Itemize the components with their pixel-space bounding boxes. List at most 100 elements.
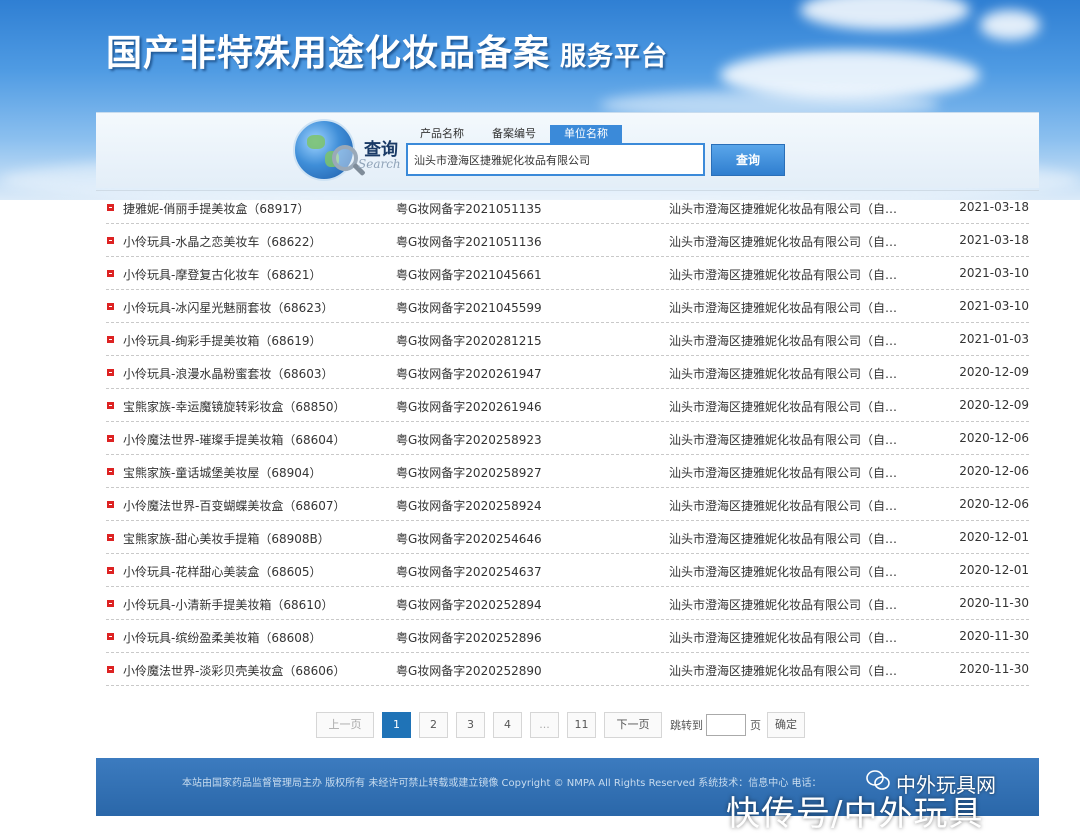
record-date: 2021-03-10: [959, 299, 1029, 313]
company-name: 汕头市澄海区捷雅妮化妆品有限公司（自…: [669, 565, 898, 579]
record-date: 2020-12-01: [959, 563, 1029, 577]
bullet-icon: [107, 534, 114, 541]
bullet-icon: [107, 666, 114, 673]
page-ellipsis: ...: [530, 712, 559, 738]
company-name: 汕头市澄海区捷雅妮化妆品有限公司（自…: [669, 301, 898, 315]
tab-record-number[interactable]: 备案编号: [478, 125, 550, 143]
next-page-button[interactable]: 下一页: [604, 712, 662, 738]
company-name: 汕头市澄海区捷雅妮化妆品有限公司（自…: [669, 598, 898, 612]
company-name: 汕头市澄海区捷雅妮化妆品有限公司（自…: [669, 433, 898, 447]
bullet-icon: [107, 204, 114, 211]
page-button-1[interactable]: 1: [382, 712, 411, 738]
product-name-link[interactable]: 小伶玩具-小清新手提美妆箱（68610）: [123, 596, 334, 613]
product-name-link[interactable]: 小伶玩具-水晶之恋美妆车（68622）: [123, 233, 322, 250]
record-date: 2020-12-09: [959, 398, 1029, 412]
record-number: 粤G妆网备字2020254646: [396, 532, 542, 546]
record-number: 粤G妆网备字2020258924: [396, 499, 542, 513]
record-date: 2020-12-06: [959, 464, 1029, 478]
site-title: 国产非特殊用途化妆品备案 服务平台: [106, 24, 668, 76]
record-date: 2021-03-10: [959, 266, 1029, 280]
bullet-icon: [107, 402, 114, 409]
record-number: 粤G妆网备字2021045599: [396, 301, 542, 315]
table-row: 小伶玩具-绚彩手提美妆箱（68619） 粤G妆网备字2020281215 汕头市澄海…: [106, 323, 1029, 356]
table-row: 捷雅妮-俏丽手提美妆盒（68917） 粤G妆网备字2021051135 汕头市澄海区…: [106, 191, 1029, 224]
bullet-icon: [107, 303, 114, 310]
bullet-icon: [107, 468, 114, 475]
record-number: 粤G妆网备字2020252896: [396, 631, 542, 645]
tab-company-name[interactable]: 单位名称: [550, 125, 622, 143]
company-name: 汕头市澄海区捷雅妮化妆品有限公司（自…: [669, 400, 898, 414]
table-row: 小伶魔法世界-璀璨手提美妆箱（68604） 粤G妆网备字2020258923 汕头市…: [106, 422, 1029, 455]
tab-product-name[interactable]: 产品名称: [406, 125, 478, 143]
table-row: 小伶玩具-摩登复古化妆车（68621） 粤G妆网备字2021045661 汕头市澄海…: [106, 257, 1029, 290]
company-name: 汕头市澄海区捷雅妮化妆品有限公司（自…: [669, 466, 898, 480]
record-date: 2021-03-18: [959, 200, 1029, 214]
record-date: 2020-11-30: [959, 662, 1029, 676]
company-name: 汕头市澄海区捷雅妮化妆品有限公司（自…: [669, 202, 898, 216]
product-name-link[interactable]: 小伶玩具-绚彩手提美妆箱（68619）: [123, 332, 322, 349]
table-row: 小伶玩具-花样甜心美装盒（68605） 粤G妆网备字2020254637 汕头市澄海…: [106, 554, 1029, 587]
watermark-big: 快传号/中外玩具: [726, 794, 984, 833]
page-button-2[interactable]: 2: [419, 712, 448, 738]
record-number: 粤G妆网备字2020252890: [396, 664, 542, 678]
company-name: 汕头市澄海区捷雅妮化妆品有限公司（自…: [669, 235, 898, 249]
page-button-11[interactable]: 11: [567, 712, 596, 738]
product-name-link[interactable]: 宝熊家族-甜心美妆手提箱（68908B）: [123, 530, 330, 547]
jump-label: 跳转到: [670, 719, 703, 732]
record-number: 粤G妆网备字2020281215: [396, 334, 542, 348]
search-panel: 查询 Search 产品名称 备案编号 单位名称 查询: [96, 112, 1039, 188]
product-name-link[interactable]: 小伶魔法世界-璀璨手提美妆箱（68604）: [123, 431, 346, 448]
product-name-link[interactable]: 小伶玩具-花样甜心美装盒（68605）: [123, 563, 322, 580]
page: 国产非特殊用途化妆品备案 服务平台 查询 Search 产品名称 备案编号 单位名…: [0, 0, 1080, 833]
record-number: 粤G妆网备字2020261946: [396, 400, 542, 414]
bullet-icon: [107, 237, 114, 244]
table-row: 宝熊家族-童话城堡美妆屋（68904） 粤G妆网备字2020258927 汕头市澄海…: [106, 455, 1029, 488]
company-name: 汕头市澄海区捷雅妮化妆品有限公司（自…: [669, 664, 898, 678]
jump-page-input[interactable]: [706, 714, 746, 736]
table-row: 小伶魔法世界-百变蝴蝶美妆盒（68607） 粤G妆网备字2020258924 汕头市…: [106, 488, 1029, 521]
jump-unit: 页: [750, 719, 761, 732]
product-name-link[interactable]: 小伶玩具-摩登复古化妆车（68621）: [123, 266, 322, 283]
product-name-link[interactable]: 小伶玩具-缤纷盈柔美妆箱（68608）: [123, 629, 322, 646]
record-number: 粤G妆网备字2020261947: [396, 367, 542, 381]
page-button-3[interactable]: 3: [456, 712, 485, 738]
search-tabs: 产品名称 备案编号 单位名称: [406, 125, 622, 143]
record-number: 粤G妆网备字2020254637: [396, 565, 542, 579]
bullet-icon: [107, 501, 114, 508]
bullet-icon: [107, 633, 114, 640]
jump-confirm-button[interactable]: 确定: [767, 712, 805, 738]
table-row: 小伶玩具-缤纷盈柔美妆箱（68608） 粤G妆网备字2020252896 汕头市澄海…: [106, 620, 1029, 653]
record-number: 粤G妆网备字2020258923: [396, 433, 542, 447]
record-number: 粤G妆网备字2021045661: [396, 268, 542, 282]
product-name-link[interactable]: 宝熊家族-幸运魔镜旋转彩妆盒（68850）: [123, 398, 346, 415]
product-name-link[interactable]: 小伶玩具-浪漫水晶粉蜜套妆（68603）: [123, 365, 334, 382]
company-name: 汕头市澄海区捷雅妮化妆品有限公司（自…: [669, 631, 898, 645]
bullet-icon: [107, 270, 114, 277]
record-date: 2020-12-09: [959, 365, 1029, 379]
company-name: 汕头市澄海区捷雅妮化妆品有限公司（自…: [669, 499, 898, 513]
table-row: 小伶魔法世界-淡彩贝壳美妆盒（68606） 粤G妆网备字2020252890 汕头市…: [106, 653, 1029, 686]
company-name: 汕头市澄海区捷雅妮化妆品有限公司（自…: [669, 334, 898, 348]
table-row: 小伶玩具-浪漫水晶粉蜜套妆（68603） 粤G妆网备字2020261947 汕头市澄…: [106, 356, 1029, 389]
product-name-link[interactable]: 小伶玩具-冰闪星光魅丽套妆（68623）: [123, 299, 334, 316]
table-row: 小伶玩具-小清新手提美妆箱（68610） 粤G妆网备字2020252894 汕头市澄…: [106, 587, 1029, 620]
page-button-4[interactable]: 4: [493, 712, 522, 738]
search-button[interactable]: 查询: [711, 144, 785, 176]
record-date: 2021-01-03: [959, 332, 1029, 346]
product-name-link[interactable]: 捷雅妮-俏丽手提美妆盒（68917）: [123, 200, 310, 217]
bullet-icon: [107, 600, 114, 607]
bullet-icon: [107, 336, 114, 343]
record-date: 2020-12-01: [959, 530, 1029, 544]
prev-page-button[interactable]: 上一页: [316, 712, 374, 738]
table-row: 小伶玩具-水晶之恋美妆车（68622） 粤G妆网备字2021051136 汕头市澄海…: [106, 224, 1029, 257]
record-number: 粤G妆网备字2020252894: [396, 598, 542, 612]
product-name-link[interactable]: 宝熊家族-童话城堡美妆屋（68904）: [123, 464, 322, 481]
search-input[interactable]: [406, 143, 705, 176]
bullet-icon: [107, 369, 114, 376]
company-name: 汕头市澄海区捷雅妮化妆品有限公司（自…: [669, 532, 898, 546]
product-name-link[interactable]: 小伶魔法世界-淡彩贝壳美妆盒（68606）: [123, 662, 346, 679]
record-date: 2021-03-18: [959, 233, 1029, 247]
product-name-link[interactable]: 小伶魔法世界-百变蝴蝶美妆盒（68607）: [123, 497, 346, 514]
record-date: 2020-12-06: [959, 431, 1029, 445]
search-label-en: Search: [358, 157, 401, 171]
